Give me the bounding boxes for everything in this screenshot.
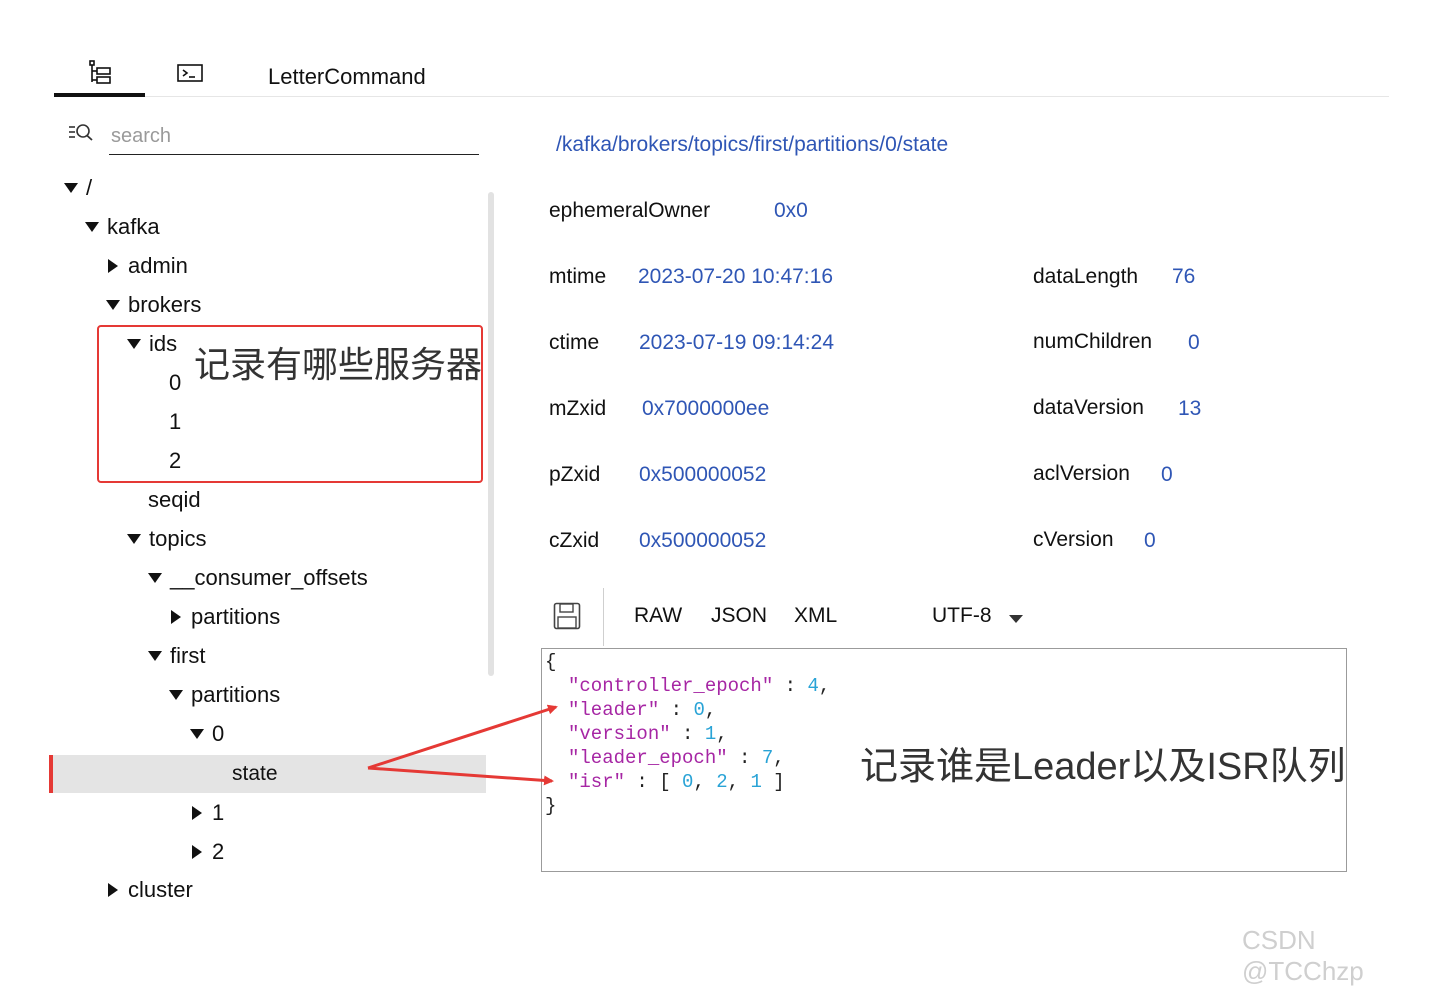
arrow-to-leader [367, 704, 558, 770]
arrow-to-isr [367, 766, 554, 786]
annotation-arrows [367, 704, 558, 786]
watermark: CSDN @TCChzp [1242, 925, 1364, 986]
